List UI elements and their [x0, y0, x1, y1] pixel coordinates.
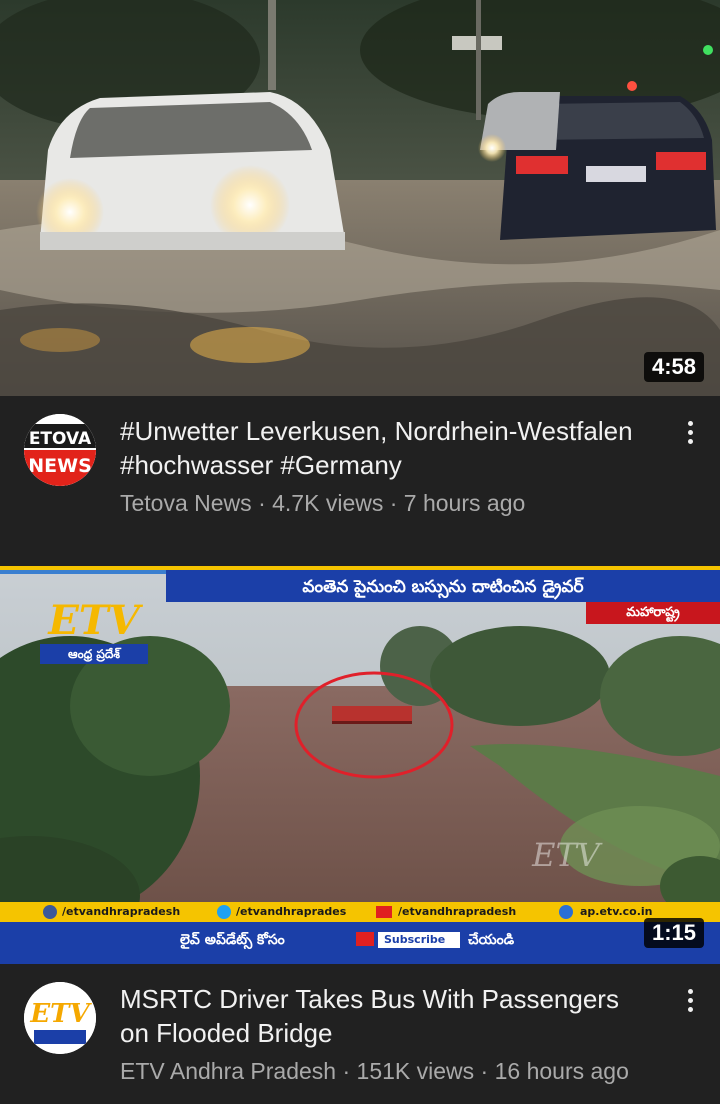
- website-url: ap.etv.co.in: [580, 905, 653, 918]
- upload-age: 16 hours ago: [494, 1058, 629, 1084]
- thumbnail-channel-tag: ఆంధ్ర ప్రదేశ్: [68, 647, 120, 661]
- thumbnail-headline: వంతెన పైనుంచి బస్సును దాటించిన డ్రైవర్: [302, 577, 584, 597]
- flooded-street-image: [0, 0, 720, 396]
- separator-dot: ·: [480, 1058, 495, 1084]
- video-title-2[interactable]: MSRTC Driver Takes Bus With Passengers o…: [120, 982, 648, 1050]
- video-thumbnail-2[interactable]: ETV ETV వంతెన పైనుంచి బస్సును దాటించిన డ…: [0, 566, 720, 964]
- cta-right-text: చేయండి: [468, 932, 515, 948]
- separator-dot: ·: [342, 1058, 357, 1084]
- thumbnail-cta-bar: లైవ్ అప్‌డేట్స్ కోసం Subscribe చేయండి: [0, 928, 720, 952]
- channel-name[interactable]: ETV Andhra Pradesh: [120, 1058, 336, 1084]
- svg-text:ETV: ETV: [29, 999, 92, 1029]
- svg-text:NEWS: NEWS: [28, 455, 92, 477]
- tetova-news-logo-icon: ETOVA NEWS: [24, 414, 96, 486]
- video-thumbnail-1[interactable]: 4:58: [0, 0, 720, 396]
- video-card-2[interactable]: ETV ETV వంతెన పైనుంచి బస్సును దాటించిన డ…: [0, 566, 720, 1086]
- facebook-handle: /etvandhrapradesh: [62, 905, 181, 918]
- video-meta-1: ETOVA NEWS #Unwetter Leverkusen, Nordrhe…: [0, 396, 720, 518]
- twitter-handle: /etvandhraprades: [236, 905, 347, 918]
- video-duration-1: 4:58: [643, 352, 704, 382]
- channel-name[interactable]: Tetova News: [120, 490, 252, 516]
- video-duration-2: 1:15: [643, 918, 704, 948]
- video-subtitle-1: Tetova News · 4.7K views · 7 hours ago: [120, 488, 648, 518]
- video-card-1[interactable]: 4:58 ETOVA NEWS #Unwetter Leverkusen, No…: [0, 0, 720, 518]
- cta-subscribe-label: Subscribe: [384, 933, 446, 946]
- channel-avatar-tetova[interactable]: ETOVA NEWS: [24, 414, 96, 486]
- video-subtitle-2: ETV Andhra Pradesh · 151K views · 16 hou…: [120, 1056, 648, 1086]
- view-count: 4.7K views: [272, 490, 384, 516]
- more-options-icon[interactable]: [678, 982, 702, 1018]
- svg-text:ETV: ETV: [531, 836, 603, 874]
- thumbnail-social-bar: /etvandhrapradesh /etvandhraprades /etva…: [0, 902, 720, 922]
- svg-text:ETV: ETV: [47, 597, 143, 644]
- channel-avatar-etv[interactable]: ETV: [24, 982, 96, 1054]
- video-title-1[interactable]: #Unwetter Leverkusen, Nordrhein-Westfale…: [120, 414, 648, 482]
- video-meta-2: ETV MSRTC Driver Takes Bus With Passenge…: [0, 964, 720, 1086]
- etv-andhra-pradesh-logo-icon: ETV: [24, 982, 96, 1054]
- more-options-icon[interactable]: [678, 414, 702, 450]
- thumbnail-region-tag: మహారాష్ట్ర: [626, 605, 680, 620]
- card-spacer: [0, 518, 720, 566]
- cta-left-text: లైవ్ అప్‌డేట్స్ కోసం: [180, 932, 285, 948]
- separator-dot: ·: [258, 490, 273, 516]
- separator-dot: ·: [389, 490, 404, 516]
- youtube-handle: /etvandhrapradesh: [398, 905, 517, 918]
- svg-text:ETOVA: ETOVA: [29, 429, 92, 449]
- view-count: 151K views: [356, 1058, 475, 1084]
- upload-age: 7 hours ago: [403, 490, 526, 516]
